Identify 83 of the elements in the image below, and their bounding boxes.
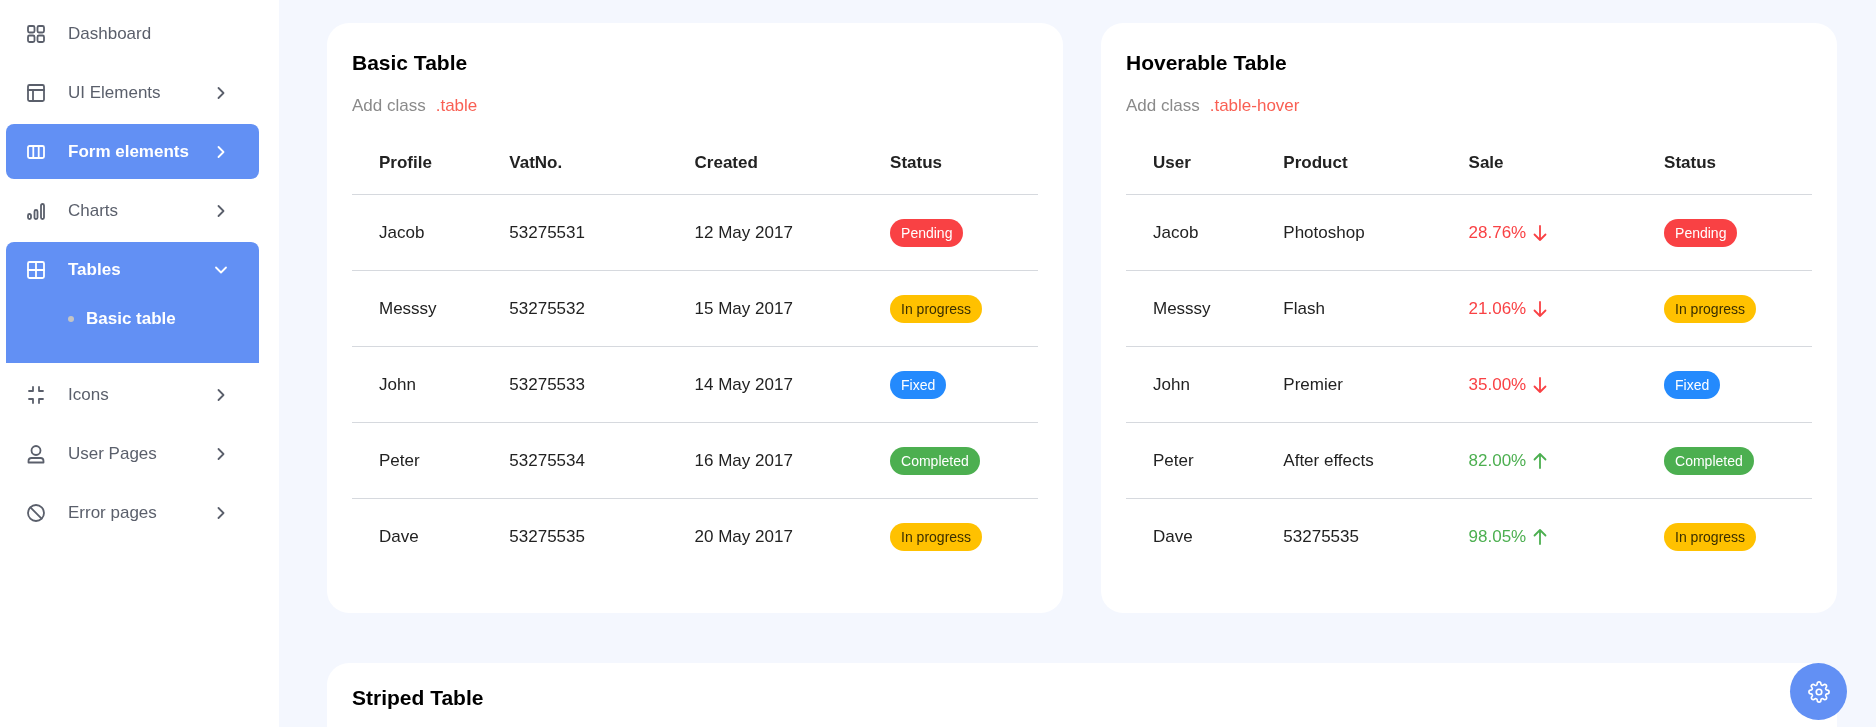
arrow-down-icon bbox=[1532, 223, 1549, 242]
class-name: .table-hover bbox=[1209, 95, 1300, 117]
table-cell: 15 May 2017 bbox=[694, 298, 793, 318]
sidebar-item[interactable]: UI Elements bbox=[6, 65, 259, 120]
status-badge: In progress bbox=[890, 294, 983, 323]
column-header: User bbox=[1153, 152, 1191, 172]
column-header: VatNo. bbox=[509, 152, 563, 172]
table-cell: 53275534 bbox=[509, 450, 585, 470]
table-cell: 53275535 bbox=[509, 527, 585, 546]
table-cell: Jacob bbox=[379, 222, 425, 242]
table-cell: Flash bbox=[1283, 298, 1325, 318]
arrow-down-icon bbox=[1532, 299, 1549, 318]
sidebar-item-label: Icons bbox=[68, 383, 110, 406]
table-cell: 53275531 bbox=[509, 222, 585, 242]
grid-icon bbox=[26, 23, 46, 44]
card-description: Add class bbox=[1126, 95, 1200, 117]
status-badge: Fixed bbox=[890, 370, 947, 399]
sidebar-item-label: UI Elements bbox=[68, 81, 162, 104]
sidebar-item-label: Dashboard bbox=[68, 22, 153, 45]
block-icon bbox=[26, 502, 46, 523]
table-cell: John bbox=[1153, 374, 1190, 394]
table-cell: 53275532 bbox=[509, 298, 585, 318]
user-icon bbox=[26, 443, 46, 464]
table-cell: 20 May 2017 bbox=[694, 527, 793, 546]
sidebar-item-label: Error pages bbox=[68, 501, 158, 524]
bullet-icon bbox=[68, 316, 74, 322]
table-cell: Jacob bbox=[1153, 222, 1199, 242]
arrow-down-icon bbox=[1532, 375, 1549, 394]
class-name: .table bbox=[435, 95, 478, 117]
table-cell: 53275535 bbox=[1283, 527, 1359, 546]
sidebar-item-label: Charts bbox=[68, 199, 120, 222]
column-header: Status bbox=[1664, 152, 1716, 172]
table-cell: Photoshop bbox=[1283, 222, 1365, 242]
column-header: Status bbox=[890, 152, 942, 172]
layout-icon bbox=[26, 82, 46, 103]
sale-value: 21.06% bbox=[1468, 297, 1527, 320]
arrow-up-icon bbox=[1532, 527, 1549, 546]
status-badge: Fixed bbox=[1664, 370, 1721, 399]
sidebar-item[interactable]: User Pages bbox=[6, 426, 259, 481]
table-cell: John bbox=[379, 374, 416, 394]
card-description: Add class bbox=[352, 95, 426, 117]
status-badge: Pending bbox=[890, 218, 964, 247]
sale-value: 98.05% bbox=[1468, 526, 1527, 548]
column-header: Profile bbox=[379, 152, 432, 172]
table-icon bbox=[26, 259, 46, 280]
table-cell: Dave bbox=[379, 527, 419, 546]
table-cell: 16 May 2017 bbox=[694, 450, 793, 470]
column-header: Created bbox=[694, 152, 758, 172]
sidebar-item-label: User Pages bbox=[68, 442, 158, 465]
sidebar-item[interactable]: Icons bbox=[6, 367, 259, 422]
status-badge: In progress bbox=[1664, 522, 1757, 551]
table-cell: After effects bbox=[1283, 450, 1374, 470]
card-title: Basic Table bbox=[352, 50, 469, 76]
table-cell: Premier bbox=[1283, 374, 1343, 394]
sidebar-item-label: Form elements bbox=[68, 140, 190, 163]
table-cell: Messsy bbox=[1153, 298, 1211, 318]
sale-value: 28.76% bbox=[1468, 221, 1527, 244]
column-header: Sale bbox=[1468, 152, 1504, 172]
sidebar-item[interactable]: Error pages bbox=[6, 485, 259, 540]
table-cell: 53275533 bbox=[509, 374, 585, 394]
status-badge: Completed bbox=[1664, 446, 1754, 475]
table-cell: Messsy bbox=[379, 298, 437, 318]
table-cell: Peter bbox=[379, 450, 420, 470]
table-cell: Dave bbox=[1153, 527, 1193, 546]
sale-value: 35.00% bbox=[1468, 373, 1527, 396]
table-cell: 14 May 2017 bbox=[694, 374, 793, 394]
shrink-icon bbox=[26, 384, 46, 405]
status-badge: Pending bbox=[1664, 218, 1738, 247]
bar-chart-icon bbox=[26, 200, 46, 221]
card-title: Striped Table bbox=[352, 684, 485, 711]
column-header: Product bbox=[1283, 152, 1348, 172]
arrow-up-icon bbox=[1532, 451, 1549, 470]
table-cell: 12 May 2017 bbox=[694, 222, 793, 242]
sidebar-item[interactable]: Dashboard bbox=[6, 6, 259, 61]
status-badge: In progress bbox=[890, 522, 983, 551]
sidebar-item-label: Tables bbox=[68, 258, 122, 281]
sale-value: 82.00% bbox=[1468, 449, 1527, 472]
card-title: Hoverable Table bbox=[1126, 50, 1288, 76]
status-badge: In progress bbox=[1664, 294, 1757, 323]
table-cell: Peter bbox=[1153, 450, 1194, 470]
sidebar-item[interactable]: Charts bbox=[6, 183, 259, 238]
status-badge: Completed bbox=[890, 446, 980, 475]
settings-icon bbox=[1807, 680, 1830, 703]
